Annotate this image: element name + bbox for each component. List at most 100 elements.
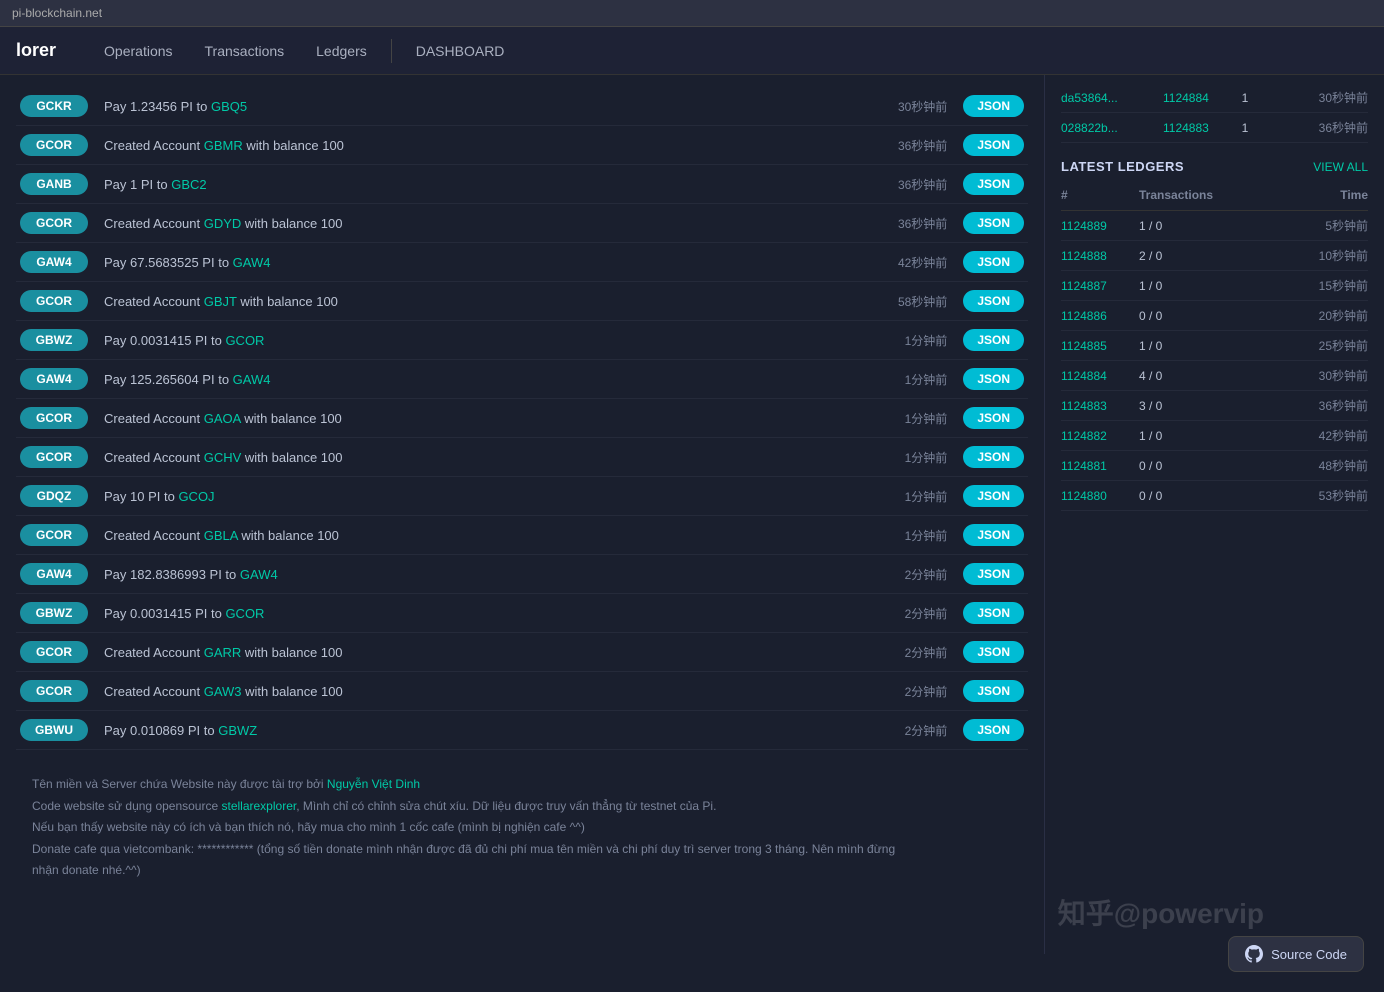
- ledger-num[interactable]: 1124884: [1061, 369, 1131, 383]
- nav-ledgers[interactable]: Ledgers: [300, 29, 383, 73]
- nav-operations[interactable]: Operations: [88, 29, 188, 73]
- ledger-row: 11248821 / 042秒钟前: [1061, 421, 1368, 451]
- nav-dashboard[interactable]: DASHBOARD: [400, 29, 521, 73]
- ledger-header: LATEST LEDGERS VIEW ALL: [1061, 159, 1368, 174]
- json-button[interactable]: JSON: [963, 95, 1024, 117]
- json-button[interactable]: JSON: [963, 602, 1024, 624]
- op-link[interactable]: GBJT: [204, 294, 237, 309]
- json-button[interactable]: JSON: [963, 524, 1024, 546]
- ledger-num[interactable]: 1124887: [1061, 279, 1131, 293]
- op-link[interactable]: GAW4: [240, 567, 278, 582]
- op-badge[interactable]: GCOR: [20, 680, 88, 702]
- op-badge[interactable]: GBWZ: [20, 329, 88, 351]
- op-badge[interactable]: GCOR: [20, 134, 88, 156]
- ledger-time: 36秒钟前: [1237, 397, 1368, 414]
- ledger-columns: # Transactions Time: [1061, 184, 1368, 211]
- ledger-num[interactable]: 1124881: [1061, 459, 1131, 473]
- operations-list: GCKRPay 1.23456 PI to GBQ530秒钟前JSONGCORC…: [16, 87, 1028, 750]
- ledger-txs: 1 / 0: [1139, 429, 1229, 443]
- footer-link2[interactable]: stellarexplorer: [222, 799, 297, 813]
- json-button[interactable]: JSON: [963, 290, 1024, 312]
- ledger-row: 11248891 / 05秒钟前: [1061, 211, 1368, 241]
- op-link[interactable]: GAOA: [204, 411, 241, 426]
- tx-ledger[interactable]: 1124883: [1163, 121, 1223, 135]
- json-button[interactable]: JSON: [963, 641, 1024, 663]
- op-badge[interactable]: GBWU: [20, 719, 88, 741]
- op-badge[interactable]: GBWZ: [20, 602, 88, 624]
- op-description: Pay 0.010869 PI to GBWZ: [104, 723, 867, 738]
- op-badge[interactable]: GCKR: [20, 95, 88, 117]
- tx-ledger[interactable]: 1124884: [1163, 91, 1223, 105]
- ledger-txs: 1 / 0: [1139, 279, 1229, 293]
- nav-transactions[interactable]: Transactions: [189, 29, 301, 73]
- op-description: Pay 182.8386993 PI to GAW4: [104, 567, 867, 582]
- ledger-txs: 0 / 0: [1139, 309, 1229, 323]
- json-button[interactable]: JSON: [963, 680, 1024, 702]
- op-description: Pay 125.265604 PI to GAW4: [104, 372, 867, 387]
- op-link[interactable]: GAW3: [204, 684, 242, 699]
- json-button[interactable]: JSON: [963, 329, 1024, 351]
- op-description: Created Account GAW3 with balance 100: [104, 684, 867, 699]
- op-link[interactable]: GBLA: [204, 528, 238, 543]
- op-link[interactable]: GBMR: [204, 138, 243, 153]
- op-badge[interactable]: GAW4: [20, 368, 88, 390]
- json-button[interactable]: JSON: [963, 212, 1024, 234]
- op-badge[interactable]: GAW4: [20, 563, 88, 585]
- ledger-num[interactable]: 1124885: [1061, 339, 1131, 353]
- op-badge[interactable]: GAW4: [20, 251, 88, 273]
- json-button[interactable]: JSON: [963, 446, 1024, 468]
- op-link[interactable]: GCHV: [204, 450, 242, 465]
- op-badge[interactable]: GCOR: [20, 212, 88, 234]
- op-desc-text: Created Account: [104, 411, 204, 426]
- op-link[interactable]: GBWZ: [218, 723, 257, 738]
- json-button[interactable]: JSON: [963, 368, 1024, 390]
- op-time: 36秒钟前: [867, 137, 947, 154]
- ledger-txs: 2 / 0: [1139, 249, 1229, 263]
- json-button[interactable]: JSON: [963, 251, 1024, 273]
- json-button[interactable]: JSON: [963, 719, 1024, 741]
- op-link[interactable]: GAW4: [233, 372, 271, 387]
- op-link[interactable]: GBC2: [171, 177, 206, 192]
- op-badge[interactable]: GCOR: [20, 446, 88, 468]
- op-link[interactable]: GCOJ: [178, 489, 214, 504]
- json-button[interactable]: JSON: [963, 173, 1024, 195]
- op-badge[interactable]: GCOR: [20, 641, 88, 663]
- tx-list: da53864...1124884130秒钟前028822b...1124883…: [1061, 83, 1368, 143]
- ledger-num[interactable]: 1124888: [1061, 249, 1131, 263]
- tx-hash[interactable]: da53864...: [1061, 91, 1151, 105]
- op-suffix: with balance 100: [242, 684, 343, 699]
- ledger-num[interactable]: 1124880: [1061, 489, 1131, 503]
- json-button[interactable]: JSON: [963, 407, 1024, 429]
- op-link[interactable]: GCOR: [225, 333, 264, 348]
- op-link[interactable]: GDYD: [204, 216, 242, 231]
- ledger-num[interactable]: 1124889: [1061, 219, 1131, 233]
- col-time: Time: [1237, 188, 1368, 202]
- operation-row: GANBPay 1 PI to GBC236秒钟前JSON: [16, 165, 1028, 204]
- operation-row: GCORCreated Account GCHV with balance 10…: [16, 438, 1028, 477]
- ledger-num[interactable]: 1124883: [1061, 399, 1131, 413]
- op-badge[interactable]: GCOR: [20, 407, 88, 429]
- op-link[interactable]: GAW4: [233, 255, 271, 270]
- ledger-num[interactable]: 1124882: [1061, 429, 1131, 443]
- json-button[interactable]: JSON: [963, 563, 1024, 585]
- ledger-num[interactable]: 1124886: [1061, 309, 1131, 323]
- source-code-button[interactable]: Source Code: [1228, 936, 1364, 972]
- op-desc-text: Pay 1.23456 PI to: [104, 99, 211, 114]
- op-link[interactable]: GBQ5: [211, 99, 247, 114]
- op-suffix: with balance 100: [241, 450, 342, 465]
- op-badge[interactable]: GDQZ: [20, 485, 88, 507]
- operation-row: GCORCreated Account GARR with balance 10…: [16, 633, 1028, 672]
- op-badge[interactable]: GANB: [20, 173, 88, 195]
- op-link[interactable]: GARR: [204, 645, 242, 660]
- op-badge[interactable]: GCOR: [20, 524, 88, 546]
- op-badge[interactable]: GCOR: [20, 290, 88, 312]
- json-button[interactable]: JSON: [963, 485, 1024, 507]
- ledger-txs: 1 / 0: [1139, 339, 1229, 353]
- tx-hash[interactable]: 028822b...: [1061, 121, 1151, 135]
- footer-line1: Tên miền và Server chứa Website này được…: [32, 774, 900, 796]
- view-all-button[interactable]: VIEW ALL: [1313, 160, 1368, 174]
- footer-link1[interactable]: Nguyễn Việt Dinh: [327, 777, 420, 791]
- source-code-label: Source Code: [1271, 947, 1347, 962]
- op-link[interactable]: GCOR: [225, 606, 264, 621]
- json-button[interactable]: JSON: [963, 134, 1024, 156]
